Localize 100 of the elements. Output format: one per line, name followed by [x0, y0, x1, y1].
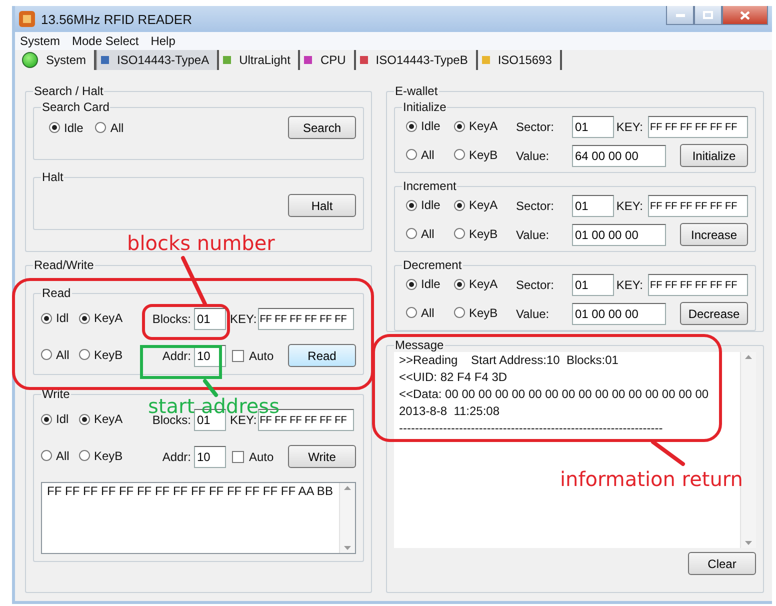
menu-item[interactable]: System	[20, 34, 60, 48]
log-line: <<UID: 82 F4 F4 3D	[399, 369, 508, 385]
key-label: KEY:	[230, 312, 257, 326]
radio-button[interactable]: All	[406, 226, 434, 241]
data-text-area[interactable]: FF FF FF FF FF FF FF FF FF FF FF FF FF FF AA BB	[41, 482, 356, 554]
close-icon	[740, 10, 750, 20]
group-title: Read	[41, 286, 72, 300]
value-label: Value:	[516, 148, 550, 162]
radio-button[interactable]: KeyB	[454, 306, 498, 320]
menu-item[interactable]: Help	[150, 34, 176, 48]
radio-button[interactable]: Idle	[406, 119, 440, 134]
maximize-icon	[703, 11, 713, 19]
key-label: KEY:	[616, 278, 643, 292]
group-title: Decrement	[402, 258, 463, 272]
group-title: Read/Write	[33, 258, 95, 272]
search-button[interactable]: Search	[288, 116, 356, 139]
radio-button[interactable]: KeyA	[454, 277, 498, 292]
radio-button[interactable]: KeyA	[454, 198, 498, 212]
blocks-label: Blocks:	[152, 413, 191, 427]
radio-button[interactable]: KeyB	[79, 448, 123, 463]
key-label: KEY:	[616, 199, 643, 213]
value-field[interactable]: 01 00 00 00	[572, 224, 666, 246]
scroll-down-icon[interactable]	[745, 541, 752, 545]
radio-button[interactable]: All	[95, 120, 124, 134]
wallet-button[interactable]: Initialize	[680, 144, 748, 167]
leader-line	[203, 379, 218, 397]
value-label: Value:	[516, 228, 550, 242]
value-field[interactable]: 01 00 00 00	[572, 302, 666, 324]
radio-button[interactable]: All	[406, 148, 434, 162]
auto-checkbox[interactable]: Auto	[232, 450, 274, 464]
key-label: KEY:	[616, 120, 643, 134]
scrollbar[interactable]	[740, 352, 756, 548]
sector-label: Sector:	[516, 199, 556, 213]
leader-line	[181, 256, 207, 306]
key-field[interactable]: FF FF FF FF FF FF	[648, 116, 748, 138]
scroll-down-icon[interactable]	[344, 546, 351, 550]
wallet-button[interactable]: Increase	[680, 223, 748, 246]
mode-tab[interactable]: ISO14443-TypeA	[96, 50, 220, 70]
key-field[interactable]: FF FF FF FF FF FF	[648, 195, 748, 217]
sector-field[interactable]: 01	[572, 116, 614, 138]
radio-button[interactable]: KeyA	[79, 412, 123, 426]
radio-button[interactable]: KeyB	[79, 348, 123, 362]
key-label: KEY:	[230, 413, 257, 427]
mode-tab[interactable]: UltraLight	[219, 50, 300, 70]
sector-label: Sector:	[516, 278, 556, 292]
read-write-button[interactable]: Write	[288, 445, 356, 468]
menu-item[interactable]: Mode Select	[72, 34, 139, 48]
group-title: Write	[41, 387, 71, 401]
log-line: 2013-8-8 11:25:08	[399, 403, 501, 419]
log-line: <<Data: 00 00 00 00 00 00 00 00 00 00 00 00 00 00 00 00	[399, 386, 710, 402]
radio-button[interactable]: Idl	[41, 412, 69, 426]
callout-label: information return	[560, 468, 743, 490]
minimize-button[interactable]	[666, 6, 694, 25]
log-line: ------------------------------------------------------------------	[399, 420, 664, 436]
key-field[interactable]: FF FF FF FF FF FF	[258, 308, 354, 330]
sector-field[interactable]: 01	[572, 274, 614, 296]
app-icon	[19, 11, 35, 27]
minimize-icon	[676, 14, 684, 16]
leader-line	[651, 440, 685, 466]
radio-button[interactable]: Idle	[406, 277, 440, 292]
radio-button[interactable]: Idl	[41, 311, 69, 326]
radio-button[interactable]: All	[41, 348, 70, 362]
addr-field[interactable]: 10	[194, 446, 226, 468]
log-line: >>Reading Start Address:10 Blocks:01	[399, 352, 620, 368]
scroll-up-icon[interactable]	[344, 486, 351, 490]
clear-button[interactable]: Clear	[688, 552, 756, 575]
wallet-button[interactable]: Decrease	[680, 302, 748, 325]
mode-tab[interactable]: ISO15693	[478, 50, 562, 70]
radio-button[interactable]: KeyB	[454, 226, 498, 241]
radio-button[interactable]: Idle	[406, 198, 440, 212]
read-write-button[interactable]: Read	[288, 344, 356, 367]
key-field[interactable]: FF FF FF FF FF FF	[648, 274, 748, 296]
window-title: 13.56MHz RFID READER	[41, 12, 193, 26]
maximize-button[interactable]	[694, 6, 722, 25]
blocks-label: Blocks:	[151, 312, 191, 326]
mode-tab[interactable]: ISO14443-TypeB	[356, 50, 478, 70]
value-field[interactable]: 64 00 00 00	[572, 144, 666, 166]
radio-button[interactable]: All	[41, 448, 70, 463]
group-title: Search Card	[41, 100, 110, 114]
group-title: Initialize	[402, 100, 448, 114]
mode-tab[interactable]: CPU	[300, 50, 356, 70]
radio-button[interactable]: KeyA	[79, 311, 123, 326]
callout-label: blocks number	[127, 232, 275, 254]
value-label: Value:	[516, 306, 550, 320]
group-title: Increment	[402, 179, 458, 193]
group-title: Halt	[41, 170, 64, 184]
scroll-up-icon[interactable]	[745, 355, 752, 359]
radio-button[interactable]: KeyB	[454, 148, 498, 162]
radio-button[interactable]: Idle	[49, 120, 84, 134]
radio-button[interactable]: All	[406, 306, 434, 320]
scrollbar[interactable]	[339, 483, 355, 553]
close-button[interactable]	[722, 6, 768, 25]
sector-field[interactable]: 01	[572, 195, 614, 217]
group-title: E-wallet	[394, 84, 439, 98]
radio-button[interactable]: KeyA	[454, 119, 498, 134]
auto-checkbox[interactable]: Auto	[232, 348, 274, 362]
addr-label: Addr:	[161, 450, 191, 464]
halt-button[interactable]: Halt	[288, 194, 356, 217]
addr-label: Addr:	[161, 348, 191, 362]
blocks-field[interactable]: 01	[194, 308, 226, 330]
